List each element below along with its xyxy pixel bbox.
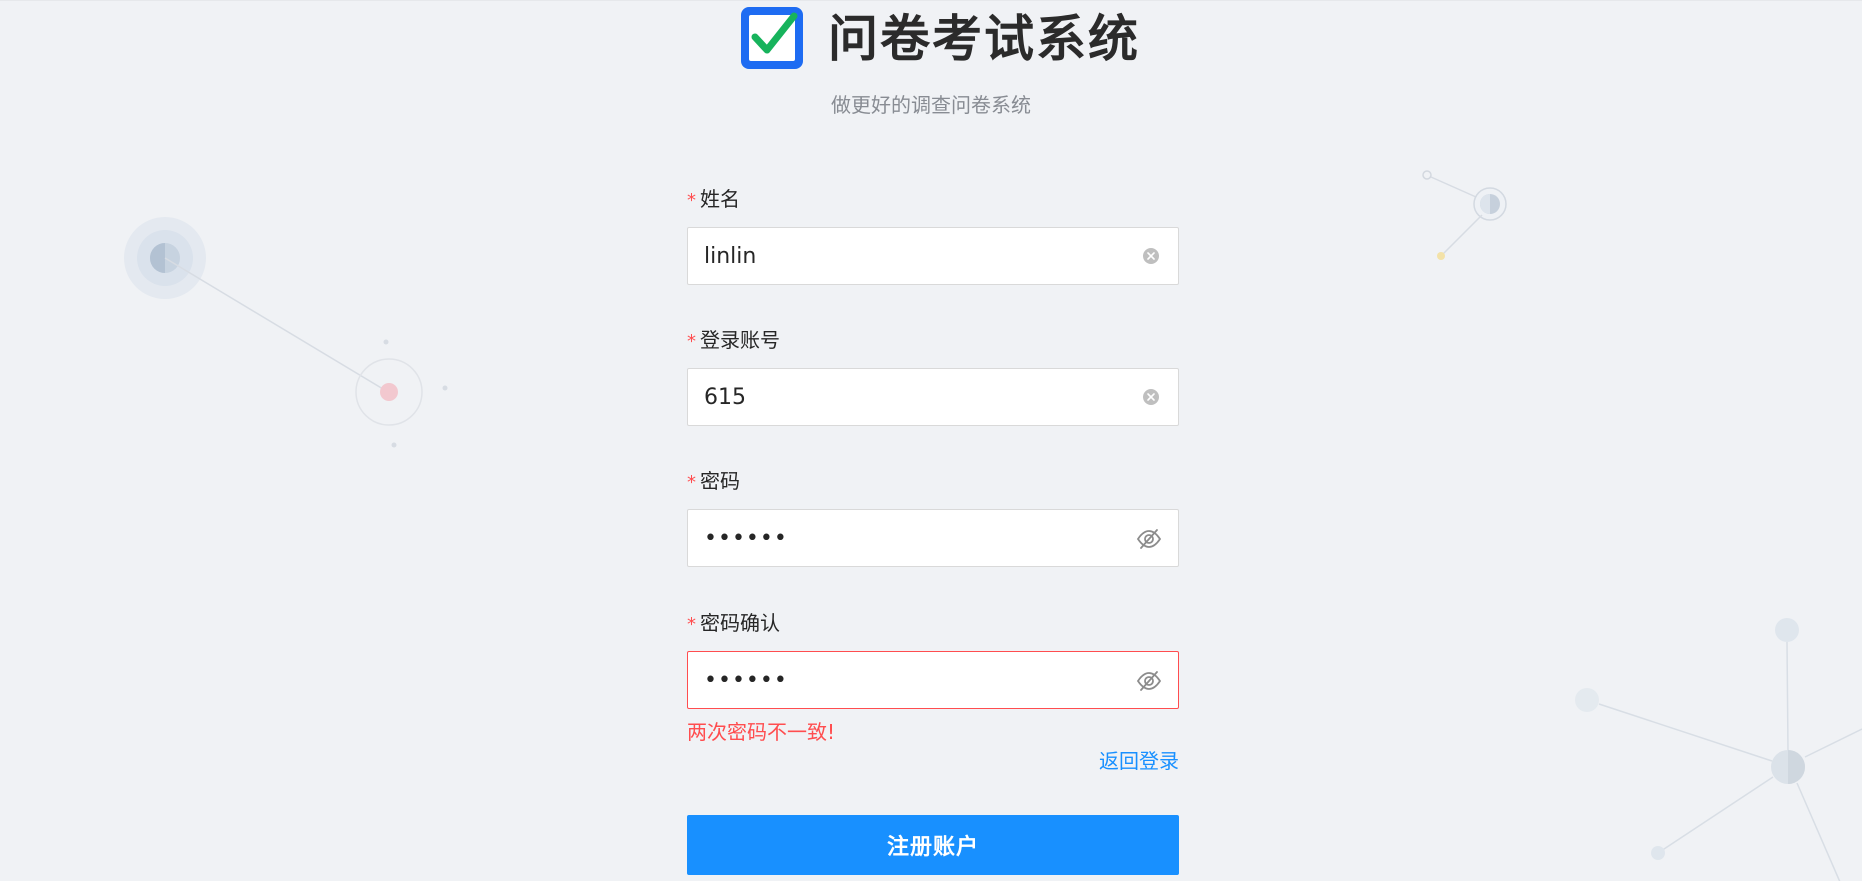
clear-icon[interactable] (1142, 247, 1160, 265)
eye-invisible-icon[interactable] (1136, 668, 1162, 694)
account-input[interactable] (704, 369, 1104, 425)
password-label-text: 密码 (700, 469, 740, 493)
required-mark: * (687, 190, 696, 211)
password-input[interactable] (704, 510, 1104, 566)
name-input-box (687, 227, 1179, 285)
account-label-text: 登录账号 (700, 328, 780, 352)
app-title: 问卷考试系统 (828, 10, 1140, 68)
name-input[interactable] (704, 228, 1104, 284)
register-page: 问卷考试系统 做更好的调查问卷系统 *姓名 *登录账号 (0, 0, 1862, 881)
password-confirm-label: * 密码确认 (687, 605, 780, 641)
background-decoration (124, 170, 1862, 881)
back-to-login-link[interactable]: 返回登录 (1099, 747, 1179, 775)
app-subtitle: 做更好的调查问卷系统 (831, 93, 1031, 117)
name-label-text: 姓名 (700, 187, 740, 211)
password-mismatch-error: 两次密码不一致! (687, 720, 836, 744)
required-mark: * (687, 472, 696, 493)
checkbox-checked-icon (741, 7, 803, 69)
password-label: * 密码 (687, 463, 740, 499)
password-confirm-label-text: 密码确认 (700, 611, 780, 635)
account-label: * 登录账号 (687, 322, 780, 358)
required-mark: * (687, 331, 696, 352)
account-input-box (687, 368, 1179, 426)
clear-icon[interactable] (1142, 388, 1160, 406)
password-input-box (687, 509, 1179, 567)
name-label: * 姓名 (687, 181, 740, 217)
password-confirm-input-box (687, 651, 1179, 709)
required-mark: * (687, 614, 696, 635)
page-header: 问卷考试系统 做更好的调查问卷系统 (0, 1, 1862, 121)
password-confirm-input[interactable] (704, 652, 1104, 708)
eye-invisible-icon[interactable] (1136, 526, 1162, 552)
register-button[interactable]: 注册账户 (687, 815, 1179, 875)
